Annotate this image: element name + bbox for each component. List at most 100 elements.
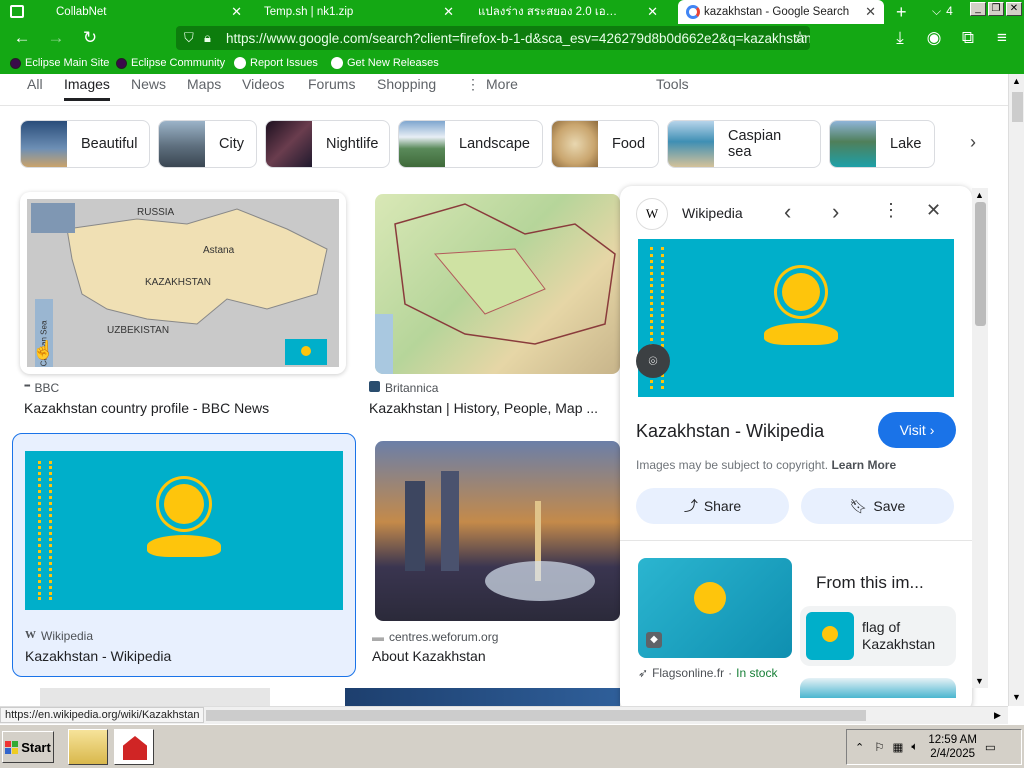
- bookmark-eclipse-community[interactable]: Eclipse Community: [116, 55, 225, 71]
- chip-food[interactable]: Food: [551, 120, 659, 168]
- panel-scrollbar[interactable]: ▲ ▼: [972, 188, 988, 688]
- extensions-icon[interactable]: ⧉: [954, 24, 982, 52]
- result-image-britannica[interactable]: [375, 194, 620, 374]
- learn-more-link[interactable]: Learn More: [831, 458, 896, 472]
- result-title[interactable]: Kazakhstan country profile - BBC News: [24, 400, 269, 416]
- chip-label: City: [219, 136, 244, 152]
- chevron-up-icon[interactable]: ⌃: [855, 741, 864, 754]
- tab-forums[interactable]: Forums: [308, 76, 355, 92]
- account-icon[interactable]: ◉: [920, 24, 948, 52]
- related-image-flag[interactable]: ◆: [638, 558, 792, 658]
- scroll-thumb[interactable]: [975, 202, 986, 326]
- start-button[interactable]: Start: [2, 731, 54, 763]
- bookmark-get-new-releases[interactable]: Get New Releases: [331, 55, 439, 71]
- tab-thai-site[interactable]: แปลงร่าง สระสยอง 2.0 เอ… ✕: [466, 0, 666, 24]
- lock-icon[interactable]: 🔒︎: [204, 30, 211, 46]
- file-explorer-icon[interactable]: [68, 729, 108, 765]
- tab-shopping[interactable]: Shopping: [377, 76, 436, 92]
- save-button[interactable]: 🔖︎ Save: [801, 488, 954, 524]
- chip-thumbnail: [21, 121, 67, 167]
- more-vert-icon[interactable]: ⋮: [882, 200, 900, 221]
- downloads-icon[interactable]: ⤓: [886, 24, 914, 52]
- bookmark-report-issues[interactable]: Report Issues: [234, 55, 318, 71]
- chip-nightlife[interactable]: Nightlife: [265, 120, 390, 168]
- scroll-right-arrow[interactable]: ▶: [994, 710, 1001, 721]
- chip-lake[interactable]: Lake: [829, 120, 935, 168]
- shield-icon[interactable]: ⛉: [184, 30, 194, 46]
- tab-list-icon[interactable]: [10, 5, 24, 18]
- app-icon[interactable]: [114, 729, 154, 765]
- new-tab-button[interactable]: +: [896, 2, 907, 23]
- panel-site-name[interactable]: Wikipedia: [682, 205, 743, 221]
- chip-label: Food: [612, 136, 646, 152]
- bbc-icon: ▪▪▪: [24, 381, 30, 390]
- visit-button[interactable]: Visit ›: [878, 412, 956, 448]
- tab-news[interactable]: News: [131, 76, 166, 92]
- share-button[interactable]: ⤴ Share: [636, 488, 789, 524]
- scroll-thumb[interactable]: [206, 710, 866, 721]
- related-entity-partial[interactable]: [800, 678, 956, 698]
- result-card-bbc[interactable]: RUSSIA Astana KAZAKHSTAN UZBEKISTAN Casp…: [20, 192, 346, 374]
- chevron-right-icon[interactable]: ›: [832, 199, 839, 225]
- panel-title[interactable]: Kazakhstan - Wikipedia: [636, 421, 824, 442]
- tab-maps[interactable]: Maps: [187, 76, 221, 92]
- scroll-down-arrow[interactable]: ▼: [1012, 692, 1021, 702]
- close-window-button[interactable]: ✕: [1006, 2, 1022, 16]
- panel-flag-image[interactable]: [638, 239, 954, 397]
- chip-beautiful[interactable]: Beautiful: [20, 120, 150, 168]
- chip-city[interactable]: City: [158, 120, 257, 168]
- chip-caspian-sea[interactable]: Caspian sea: [667, 120, 821, 168]
- network-icon[interactable]: ▦: [893, 740, 904, 754]
- related-entity-flag[interactable]: flag of Kazakhstan: [800, 606, 956, 666]
- scroll-down-arrow[interactable]: ▼: [975, 676, 984, 686]
- scroll-up-arrow[interactable]: ▲: [975, 190, 984, 200]
- scroll-thumb[interactable]: [1012, 92, 1023, 122]
- forward-button[interactable]: →: [42, 24, 70, 52]
- more-vert-icon: ⋮: [466, 76, 480, 92]
- volume-icon[interactable]: 🔈︎: [911, 741, 918, 754]
- navigation-bar: ← → ↻ ⛉ 🔒︎ https://www.google.com/search…: [0, 24, 1024, 52]
- clock[interactable]: 12:59 AM 2/4/2025: [928, 733, 977, 761]
- result-card-wikipedia-selected[interactable]: W Wikipedia Kazakhstan - Wikipedia: [12, 433, 356, 677]
- tab-google-search[interactable]: kazakhstan - Google Search ✕: [678, 0, 884, 24]
- tab-temp-sh[interactable]: Temp.sh | nk1.zip ✕: [252, 0, 462, 24]
- close-icon[interactable]: ✕: [926, 200, 941, 221]
- tab-overflow[interactable]: ⌵ 4: [932, 4, 953, 19]
- lens-icon[interactable]: ⌾: [636, 344, 670, 378]
- chevron-right-icon[interactable]: ›: [970, 132, 976, 153]
- page-scrollbar[interactable]: ▲ ▼: [1008, 74, 1024, 706]
- result-title[interactable]: Kazakhstan | History, People, Map ...: [369, 400, 598, 416]
- reload-button[interactable]: ↻: [76, 24, 104, 52]
- tab-images[interactable]: Images: [64, 76, 110, 101]
- bookmark-eclipse-main[interactable]: Eclipse Main Site: [10, 55, 109, 71]
- chip-landscape[interactable]: Landscape: [398, 120, 543, 168]
- bookmark-star-icon[interactable]: ☆: [786, 24, 814, 52]
- result-image-partial[interactable]: [345, 688, 620, 706]
- menu-icon[interactable]: ≡: [988, 24, 1016, 52]
- close-icon[interactable]: ✕: [231, 4, 242, 20]
- url-bar[interactable]: ⛉ 🔒︎ https://www.google.com/search?clien…: [176, 26, 810, 50]
- result-image-astana-city[interactable]: [375, 441, 620, 621]
- flag-icon[interactable]: ⚐: [874, 740, 884, 754]
- chevron-down-icon: ⌵: [932, 4, 942, 18]
- tab-more[interactable]: ⋮ More: [466, 76, 518, 93]
- result-image-partial[interactable]: [40, 688, 270, 706]
- tab-videos[interactable]: Videos: [242, 76, 285, 92]
- bookmarks-bar: Eclipse Main Site Eclipse Community Repo…: [0, 52, 1024, 74]
- scroll-up-arrow[interactable]: ▲: [1012, 76, 1021, 86]
- back-button[interactable]: ←: [8, 24, 36, 52]
- chevron-left-icon[interactable]: ‹: [784, 199, 791, 225]
- minimize-button[interactable]: _: [970, 2, 986, 16]
- restore-button[interactable]: ❐: [988, 2, 1004, 16]
- tab-collabnet[interactable]: CollabNet ✕: [40, 0, 250, 24]
- result-title[interactable]: Kazakhstan - Wikipedia: [25, 648, 171, 664]
- close-icon[interactable]: ✕: [647, 4, 658, 20]
- tab-all[interactable]: All: [27, 76, 43, 92]
- monitor-icon[interactable]: ▭: [985, 740, 996, 754]
- close-icon[interactable]: ✕: [443, 4, 454, 20]
- tower-shape: [405, 481, 425, 571]
- close-icon[interactable]: ✕: [865, 4, 876, 20]
- result-title[interactable]: About Kazakhstan: [372, 648, 486, 664]
- weforum-icon: ▬: [372, 630, 384, 644]
- tools-button[interactable]: Tools: [656, 76, 689, 92]
